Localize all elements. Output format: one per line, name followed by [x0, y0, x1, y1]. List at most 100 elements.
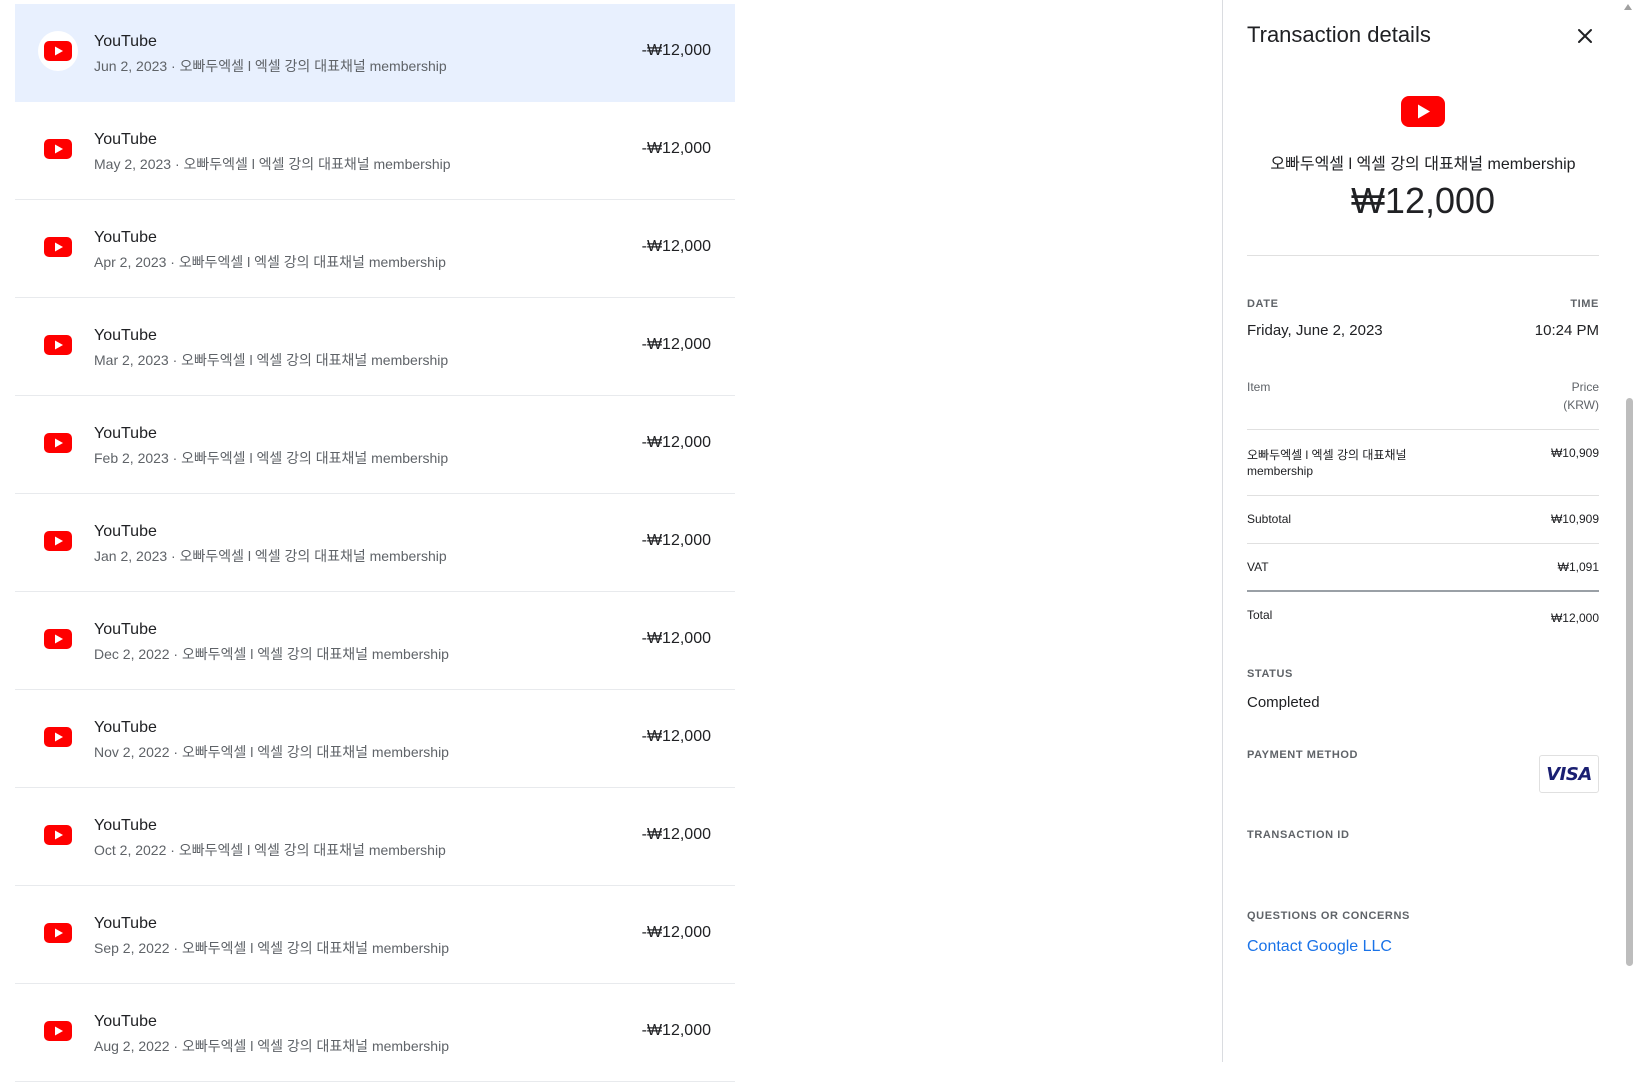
youtube-icon: [44, 629, 72, 649]
transaction-subtitle: Aug 2, 2022 · 오빠두엑셀 l 엑셀 강의 대표채널 members…: [94, 1038, 449, 1054]
youtube-icon: [44, 825, 72, 845]
hero-amount: ₩12,000: [1350, 180, 1496, 221]
youtube-icon: [44, 727, 72, 747]
scrollbar-thumb[interactable]: [1626, 398, 1633, 966]
total-divider: [1247, 590, 1599, 592]
youtube-icon: [44, 1021, 72, 1041]
contact-google-link[interactable]: Contact Google LLC: [1247, 938, 1392, 956]
vat-label: VAT: [1247, 560, 1269, 574]
time-value: 10:24 PM: [1534, 322, 1599, 339]
transaction-subtitle: Apr 2, 2023 · 오빠두엑셀 l 엑셀 강의 대표채널 members…: [94, 254, 446, 270]
transaction-amount: -₩12,000: [641, 42, 711, 59]
date-label: DATE: [1247, 298, 1279, 310]
transaction-amount: -₩12,000: [641, 140, 711, 157]
visa-logo-text: VISA: [1546, 763, 1592, 785]
transaction-subtitle: May 2, 2023 · 오빠두엑셀 l 엑셀 강의 대표채널 members…: [94, 156, 451, 172]
divider: [1247, 255, 1599, 256]
transaction-subtitle: Feb 2, 2023 · 오빠두엑셀 l 엑셀 강의 대표채널 members…: [94, 450, 449, 466]
transaction-merchant: YouTube: [94, 817, 157, 834]
transaction-amount: -₩12,000: [641, 434, 711, 451]
transaction-subtitle: Sep 2, 2022 · 오빠두엑셀 l 엑셀 강의 대표채널 members…: [94, 940, 449, 956]
transaction-amount: -₩12,000: [641, 826, 711, 843]
transaction-row[interactable]: YouTube Mar 2, 2023 · 오빠두엑셀 l 엑셀 강의 대표채널…: [15, 298, 735, 396]
close-button[interactable]: [1571, 22, 1599, 50]
transaction-merchant: YouTube: [94, 915, 157, 932]
total-value: ₩12,000: [1550, 611, 1599, 625]
youtube-icon: [44, 237, 72, 257]
close-icon: [1578, 29, 1592, 43]
subtotal-label: Subtotal: [1247, 512, 1292, 526]
transaction-amount: -₩12,000: [641, 1022, 711, 1039]
youtube-icon-wrapper: [38, 521, 78, 561]
divider: [1247, 543, 1599, 544]
youtube-icon-wrapper: [38, 325, 78, 365]
transaction-row[interactable]: YouTube Nov 2, 2022 · 오빠두엑셀 l 엑셀 강의 대표채널…: [15, 690, 735, 788]
transaction-amount: -₩12,000: [641, 336, 711, 353]
transaction-merchant: YouTube: [94, 1013, 157, 1030]
questions-label: QUESTIONS OR CONCERNS: [1247, 910, 1410, 922]
youtube-icon-wrapper: [38, 129, 78, 169]
time-label: TIME: [1570, 298, 1599, 310]
payment-method-label: PAYMENT METHOD: [1247, 749, 1359, 761]
transaction-row[interactable]: YouTube Feb 2, 2023 · 오빠두엑셀 l 엑셀 강의 대표채널…: [15, 396, 735, 494]
hero-item-name: 오빠두엑셀 l 엑셀 강의 대표채널 membership: [1270, 156, 1576, 173]
scroll-up-arrow-icon[interactable]: [1624, 4, 1632, 10]
transaction-subtitle: Dec 2, 2022 · 오빠두엑셀 l 엑셀 강의 대표채널 members…: [94, 646, 449, 662]
youtube-icon: [44, 433, 72, 453]
transaction-amount: -₩12,000: [641, 924, 711, 941]
transaction-row[interactable]: YouTube Jun 2, 2023 · 오빠두엑셀 l 엑셀 강의 대표채널…: [15, 4, 735, 102]
transaction-row[interactable]: YouTube Oct 2, 2022 · 오빠두엑셀 l 엑셀 강의 대표채널…: [15, 788, 735, 886]
price-header: Price: [1571, 380, 1599, 394]
transaction-merchant: YouTube: [94, 327, 157, 344]
transaction-merchant: YouTube: [94, 229, 157, 246]
transaction-subtitle: Mar 2, 2023 · 오빠두엑셀 l 엑셀 강의 대표채널 members…: [94, 352, 449, 368]
transaction-merchant: YouTube: [94, 621, 157, 638]
youtube-icon-wrapper: [38, 1011, 78, 1051]
transaction-row[interactable]: YouTube May 2, 2023 · 오빠두엑셀 l 엑셀 강의 대표채널…: [15, 102, 735, 200]
youtube-icon: [44, 531, 72, 551]
visa-card-icon: VISA: [1539, 755, 1599, 793]
panel-title: Transaction details: [1247, 22, 1431, 47]
transaction-row[interactable]: YouTube Apr 2, 2023 · 오빠두엑셀 l 엑셀 강의 대표채널…: [15, 200, 735, 298]
youtube-icon-wrapper: [38, 31, 78, 71]
transaction-subtitle: Jan 2, 2023 · 오빠두엑셀 l 엑셀 강의 대표채널 members…: [94, 548, 447, 564]
date-value: Friday, June 2, 2023: [1247, 322, 1383, 339]
transaction-id-label: TRANSACTION ID: [1247, 829, 1350, 841]
youtube-icon-wrapper: [38, 227, 78, 267]
transaction-row[interactable]: YouTube Aug 2, 2022 · 오빠두엑셀 l 엑셀 강의 대표채널…: [15, 984, 735, 1082]
transaction-row[interactable]: YouTube Dec 2, 2022 · 오빠두엑셀 l 엑셀 강의 대표채널…: [15, 592, 735, 690]
transaction-merchant: YouTube: [94, 33, 157, 50]
transaction-amount: -₩12,000: [641, 238, 711, 255]
transaction-subtitle: Nov 2, 2022 · 오빠두엑셀 l 엑셀 강의 대표채널 members…: [94, 744, 449, 760]
divider: [1247, 495, 1599, 496]
transaction-row[interactable]: YouTube Jan 2, 2023 · 오빠두엑셀 l 엑셀 강의 대표채널…: [15, 494, 735, 592]
transaction-list: YouTube Jun 2, 2023 · 오빠두엑셀 l 엑셀 강의 대표채널…: [15, 4, 735, 1082]
youtube-icon-wrapper: [38, 423, 78, 463]
transaction-merchant: YouTube: [94, 719, 157, 736]
line-item-name-cont: membership: [1247, 464, 1314, 478]
youtube-icon-wrapper: [38, 619, 78, 659]
transaction-subtitle: Oct 2, 2022 · 오빠두엑셀 l 엑셀 강의 대표채널 members…: [94, 842, 446, 858]
status-label: STATUS: [1247, 668, 1293, 680]
subtotal-value: ₩10,909: [1550, 512, 1599, 526]
line-item-name: 오빠두엑셀 l 엑셀 강의 대표채널: [1247, 448, 1407, 462]
transaction-subtitle: Jun 2, 2023 · 오빠두엑셀 l 엑셀 강의 대표채널 members…: [94, 58, 447, 74]
youtube-icon-wrapper: [38, 913, 78, 953]
line-item-price: ₩10,909: [1550, 446, 1599, 460]
vat-value: ₩1,091: [1557, 560, 1599, 574]
total-label: Total: [1247, 608, 1273, 622]
youtube-icon-wrapper: [38, 717, 78, 757]
status-value: Completed: [1247, 694, 1320, 711]
transaction-row[interactable]: YouTube Sep 2, 2022 · 오빠두엑셀 l 엑셀 강의 대표채널…: [15, 886, 735, 984]
youtube-icon-wrapper: [38, 815, 78, 855]
transaction-amount: -₩12,000: [641, 532, 711, 549]
youtube-icon: [44, 139, 72, 159]
transaction-amount: -₩12,000: [641, 728, 711, 745]
price-header-currency: (KRW): [1563, 398, 1599, 412]
item-header: Item: [1247, 380, 1271, 394]
transaction-merchant: YouTube: [94, 523, 157, 540]
transaction-merchant: YouTube: [94, 425, 157, 442]
transaction-details-panel: Transaction details 오빠두엑셀 l 엑셀 강의 대표채널 m…: [1223, 0, 1635, 1062]
youtube-icon: [1401, 96, 1445, 127]
transaction-amount: -₩12,000: [641, 630, 711, 647]
